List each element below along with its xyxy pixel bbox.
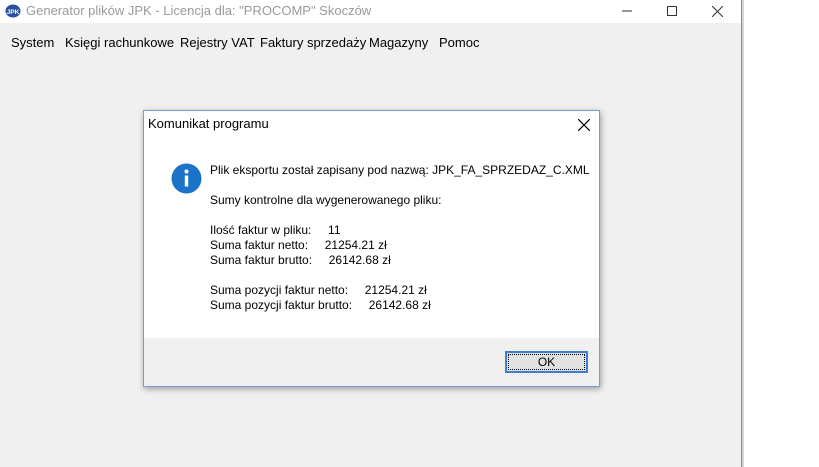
menu-bar: System Księgi rachunkowe Rejestry VAT Fa…: [0, 32, 741, 54]
focus-rectangle: [508, 354, 585, 370]
items-net-sum-line: Suma pozycji faktur netto: 21254.21 zł: [210, 283, 427, 297]
minimize-icon: [622, 10, 632, 12]
close-icon: [578, 118, 590, 131]
dialog-close-button[interactable]: [569, 111, 599, 138]
minimize-button[interactable]: [604, 0, 650, 22]
close-window-button[interactable]: [694, 0, 740, 22]
window-edge: [742, 0, 744, 467]
menu-rejestry-vat[interactable]: Rejestry VAT: [180, 35, 255, 50]
menu-faktury-sprzedazy[interactable]: Faktury sprzedaży: [260, 35, 366, 50]
dialog-title[interactable]: Komunikat programu: [148, 116, 269, 131]
svg-text:JPK: JPK: [7, 9, 20, 16]
net-sum-line: Suma faktur netto: 21254.21 zł: [210, 238, 387, 252]
maximize-icon: [667, 6, 677, 16]
menu-pomoc[interactable]: Pomoc: [439, 35, 479, 50]
checksum-header: Sumy kontrolne dla wygenerowanego pliku:: [210, 193, 442, 207]
jpk-app-icon: JPK: [5, 4, 21, 18]
invoice-count-line: Ilość faktur w pliku: 11: [210, 223, 341, 237]
gross-sum-line: Suma faktur brutto: 26142.68 zł: [210, 253, 391, 267]
message-dialog: Komunikat programu Plik eksportu został …: [143, 110, 600, 387]
close-icon: [711, 5, 723, 17]
menu-system[interactable]: System: [11, 35, 54, 50]
export-file-message: Plik eksportu został zapisany pod nazwą:…: [210, 163, 590, 177]
maximize-button[interactable]: [649, 0, 695, 22]
main-window: JPK Generator plików JPK - Licencja dla:…: [0, 0, 742, 467]
window-title: Generator plików JPK - Licencja dla: "PR…: [26, 3, 372, 18]
items-gross-sum-line: Suma pozycji faktur brutto: 26142.68 zł: [210, 298, 431, 312]
dialog-footer: OK: [144, 338, 599, 386]
info-icon: [171, 163, 202, 194]
title-bar[interactable]: JPK Generator plików JPK - Licencja dla:…: [0, 0, 741, 23]
menu-ksiegi-rachunkowe[interactable]: Księgi rachunkowe: [65, 35, 174, 50]
ok-button[interactable]: OK: [505, 351, 588, 373]
menu-magazyny[interactable]: Magazyny: [369, 35, 428, 50]
